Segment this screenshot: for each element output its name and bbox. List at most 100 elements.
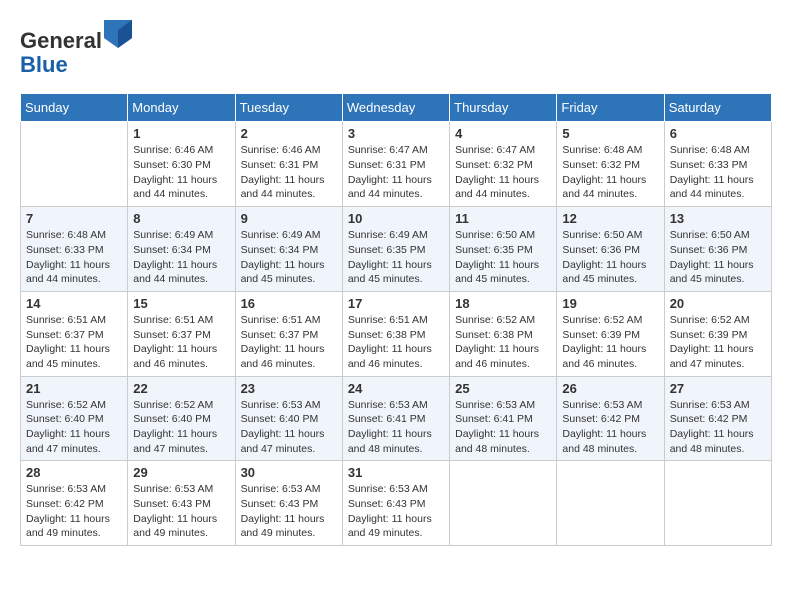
calendar-cell bbox=[557, 461, 664, 546]
logo-text: General bbox=[20, 20, 132, 53]
day-info: Sunrise: 6:46 AMSunset: 6:31 PMDaylight:… bbox=[241, 143, 337, 202]
day-number: 22 bbox=[133, 381, 229, 396]
day-info: Sunrise: 6:52 AMSunset: 6:39 PMDaylight:… bbox=[670, 313, 766, 372]
day-number: 8 bbox=[133, 211, 229, 226]
calendar-cell: 27 Sunrise: 6:53 AMSunset: 6:42 PMDayligh… bbox=[664, 376, 771, 461]
weekday-header-friday: Friday bbox=[557, 94, 664, 122]
calendar-cell: 14 Sunrise: 6:51 AMSunset: 6:37 PMDayligh… bbox=[21, 291, 128, 376]
day-info: Sunrise: 6:50 AMSunset: 6:36 PMDaylight:… bbox=[670, 228, 766, 287]
calendar-cell: 22Sunrise: 6:52 AMSunset: 6:40 PMDayligh… bbox=[128, 376, 235, 461]
day-number: 16 bbox=[241, 296, 337, 311]
calendar-header-row: SundayMondayTuesdayWednesdayThursdayFrid… bbox=[21, 94, 772, 122]
day-number: 6 bbox=[670, 126, 766, 141]
calendar-cell: 21 Sunrise: 6:52 AMSunset: 6:40 PMDayligh… bbox=[21, 376, 128, 461]
day-info: Sunrise: 6:53 AMSunset: 6:43 PMDaylight:… bbox=[133, 482, 229, 541]
day-info: Sunrise: 6:53 AMSunset: 6:41 PMDaylight:… bbox=[455, 398, 551, 457]
day-number: 10 bbox=[348, 211, 444, 226]
day-info: Sunrise: 6:53 AMSunset: 6:42 PMDaylight:… bbox=[670, 398, 766, 457]
calendar-cell bbox=[450, 461, 557, 546]
weekday-header-sunday: Sunday bbox=[21, 94, 128, 122]
weekday-header-saturday: Saturday bbox=[664, 94, 771, 122]
calendar-cell: 18 Sunrise: 6:52 AMSunset: 6:38 PMDayligh… bbox=[450, 291, 557, 376]
calendar-week-row: 14 Sunrise: 6:51 AMSunset: 6:37 PMDayligh… bbox=[21, 291, 772, 376]
calendar-cell: 15 Sunrise: 6:51 AMSunset: 6:37 PMDayligh… bbox=[128, 291, 235, 376]
calendar-cell: 12 Sunrise: 6:50 AMSunset: 6:36 PMDayligh… bbox=[557, 207, 664, 292]
calendar-cell: 13 Sunrise: 6:50 AMSunset: 6:36 PMDayligh… bbox=[664, 207, 771, 292]
day-number: 11 bbox=[455, 211, 551, 226]
day-info: Sunrise: 6:51 AMSunset: 6:37 PMDaylight:… bbox=[133, 313, 229, 372]
calendar-cell: 16 Sunrise: 6:51 AMSunset: 6:37 PMDayligh… bbox=[235, 291, 342, 376]
calendar-cell: 4Sunrise: 6:47 AMSunset: 6:32 PMDaylight… bbox=[450, 122, 557, 207]
weekday-header-thursday: Thursday bbox=[450, 94, 557, 122]
day-info: Sunrise: 6:52 AMSunset: 6:40 PMDaylight:… bbox=[26, 398, 122, 457]
calendar-cell: 17 Sunrise: 6:51 AMSunset: 6:38 PMDayligh… bbox=[342, 291, 449, 376]
day-number: 9 bbox=[241, 211, 337, 226]
day-number: 19 bbox=[562, 296, 658, 311]
day-info: Sunrise: 6:49 AMSunset: 6:35 PMDaylight:… bbox=[348, 228, 444, 287]
calendar-cell: 24 Sunrise: 6:53 AMSunset: 6:41 PMDayligh… bbox=[342, 376, 449, 461]
day-info: Sunrise: 6:47 AMSunset: 6:31 PMDaylight:… bbox=[348, 143, 444, 202]
calendar-cell: 23Sunrise: 6:53 AMSunset: 6:40 PMDayligh… bbox=[235, 376, 342, 461]
logo-blue-text: Blue bbox=[20, 53, 132, 77]
calendar-week-row: 21 Sunrise: 6:52 AMSunset: 6:40 PMDayligh… bbox=[21, 376, 772, 461]
calendar-table: SundayMondayTuesdayWednesdayThursdayFrid… bbox=[20, 93, 772, 546]
day-number: 24 bbox=[348, 381, 444, 396]
day-info: Sunrise: 6:53 AMSunset: 6:43 PMDaylight:… bbox=[241, 482, 337, 541]
calendar-cell: 19 Sunrise: 6:52 AMSunset: 6:39 PMDayligh… bbox=[557, 291, 664, 376]
calendar-cell: 8 Sunrise: 6:49 AMSunset: 6:34 PMDaylight… bbox=[128, 207, 235, 292]
day-info: Sunrise: 6:53 AMSunset: 6:43 PMDaylight:… bbox=[348, 482, 444, 541]
day-info: Sunrise: 6:51 AMSunset: 6:37 PMDaylight:… bbox=[241, 313, 337, 372]
day-number: 13 bbox=[670, 211, 766, 226]
day-number: 23 bbox=[241, 381, 337, 396]
logo-icon bbox=[104, 20, 132, 48]
day-info: Sunrise: 6:51 AMSunset: 6:38 PMDaylight:… bbox=[348, 313, 444, 372]
day-number: 28 bbox=[26, 465, 122, 480]
logo: General Blue bbox=[20, 20, 132, 77]
day-number: 15 bbox=[133, 296, 229, 311]
logo-general: General bbox=[20, 28, 102, 53]
weekday-header-wednesday: Wednesday bbox=[342, 94, 449, 122]
day-number: 7 bbox=[26, 211, 122, 226]
day-number: 31 bbox=[348, 465, 444, 480]
calendar-cell: 25 Sunrise: 6:53 AMSunset: 6:41 PMDayligh… bbox=[450, 376, 557, 461]
day-number: 1 bbox=[133, 126, 229, 141]
day-info: Sunrise: 6:50 AMSunset: 6:35 PMDaylight:… bbox=[455, 228, 551, 287]
weekday-header-tuesday: Tuesday bbox=[235, 94, 342, 122]
calendar-cell: 9 Sunrise: 6:49 AMSunset: 6:34 PMDaylight… bbox=[235, 207, 342, 292]
day-number: 18 bbox=[455, 296, 551, 311]
day-info: Sunrise: 6:50 AMSunset: 6:36 PMDaylight:… bbox=[562, 228, 658, 287]
day-info: Sunrise: 6:46 AMSunset: 6:30 PMDaylight:… bbox=[133, 143, 229, 202]
day-number: 26 bbox=[562, 381, 658, 396]
calendar-week-row: 28 Sunrise: 6:53 AMSunset: 6:42 PMDayligh… bbox=[21, 461, 772, 546]
day-number: 27 bbox=[670, 381, 766, 396]
calendar-cell bbox=[21, 122, 128, 207]
day-info: Sunrise: 6:49 AMSunset: 6:34 PMDaylight:… bbox=[241, 228, 337, 287]
day-number: 21 bbox=[26, 381, 122, 396]
day-info: Sunrise: 6:53 AMSunset: 6:42 PMDaylight:… bbox=[26, 482, 122, 541]
day-info: Sunrise: 6:49 AMSunset: 6:34 PMDaylight:… bbox=[133, 228, 229, 287]
day-number: 29 bbox=[133, 465, 229, 480]
calendar-cell: 2Sunrise: 6:46 AMSunset: 6:31 PMDaylight… bbox=[235, 122, 342, 207]
calendar-week-row: 1 Sunrise: 6:46 AMSunset: 6:30 PMDaylight… bbox=[21, 122, 772, 207]
calendar-cell: 20 Sunrise: 6:52 AMSunset: 6:39 PMDayligh… bbox=[664, 291, 771, 376]
calendar-cell: 10 Sunrise: 6:49 AMSunset: 6:35 PMDayligh… bbox=[342, 207, 449, 292]
day-number: 20 bbox=[670, 296, 766, 311]
day-number: 17 bbox=[348, 296, 444, 311]
calendar-cell bbox=[664, 461, 771, 546]
calendar-cell: 11 Sunrise: 6:50 AMSunset: 6:35 PMDayligh… bbox=[450, 207, 557, 292]
calendar-cell: 26Sunrise: 6:53 AMSunset: 6:42 PMDayligh… bbox=[557, 376, 664, 461]
day-info: Sunrise: 6:53 AMSunset: 6:41 PMDaylight:… bbox=[348, 398, 444, 457]
day-number: 25 bbox=[455, 381, 551, 396]
day-info: Sunrise: 6:51 AMSunset: 6:37 PMDaylight:… bbox=[26, 313, 122, 372]
day-info: Sunrise: 6:52 AMSunset: 6:38 PMDaylight:… bbox=[455, 313, 551, 372]
day-info: Sunrise: 6:47 AMSunset: 6:32 PMDaylight:… bbox=[455, 143, 551, 202]
day-info: Sunrise: 6:52 AMSunset: 6:39 PMDaylight:… bbox=[562, 313, 658, 372]
calendar-cell: 5Sunrise: 6:48 AMSunset: 6:32 PMDaylight… bbox=[557, 122, 664, 207]
page-header: General Blue bbox=[20, 20, 772, 77]
calendar-cell: 31 Sunrise: 6:53 AMSunset: 6:43 PMDayligh… bbox=[342, 461, 449, 546]
day-number: 14 bbox=[26, 296, 122, 311]
day-info: Sunrise: 6:48 AMSunset: 6:33 PMDaylight:… bbox=[26, 228, 122, 287]
calendar-cell: 29 Sunrise: 6:53 AMSunset: 6:43 PMDayligh… bbox=[128, 461, 235, 546]
day-number: 3 bbox=[348, 126, 444, 141]
day-number: 12 bbox=[562, 211, 658, 226]
